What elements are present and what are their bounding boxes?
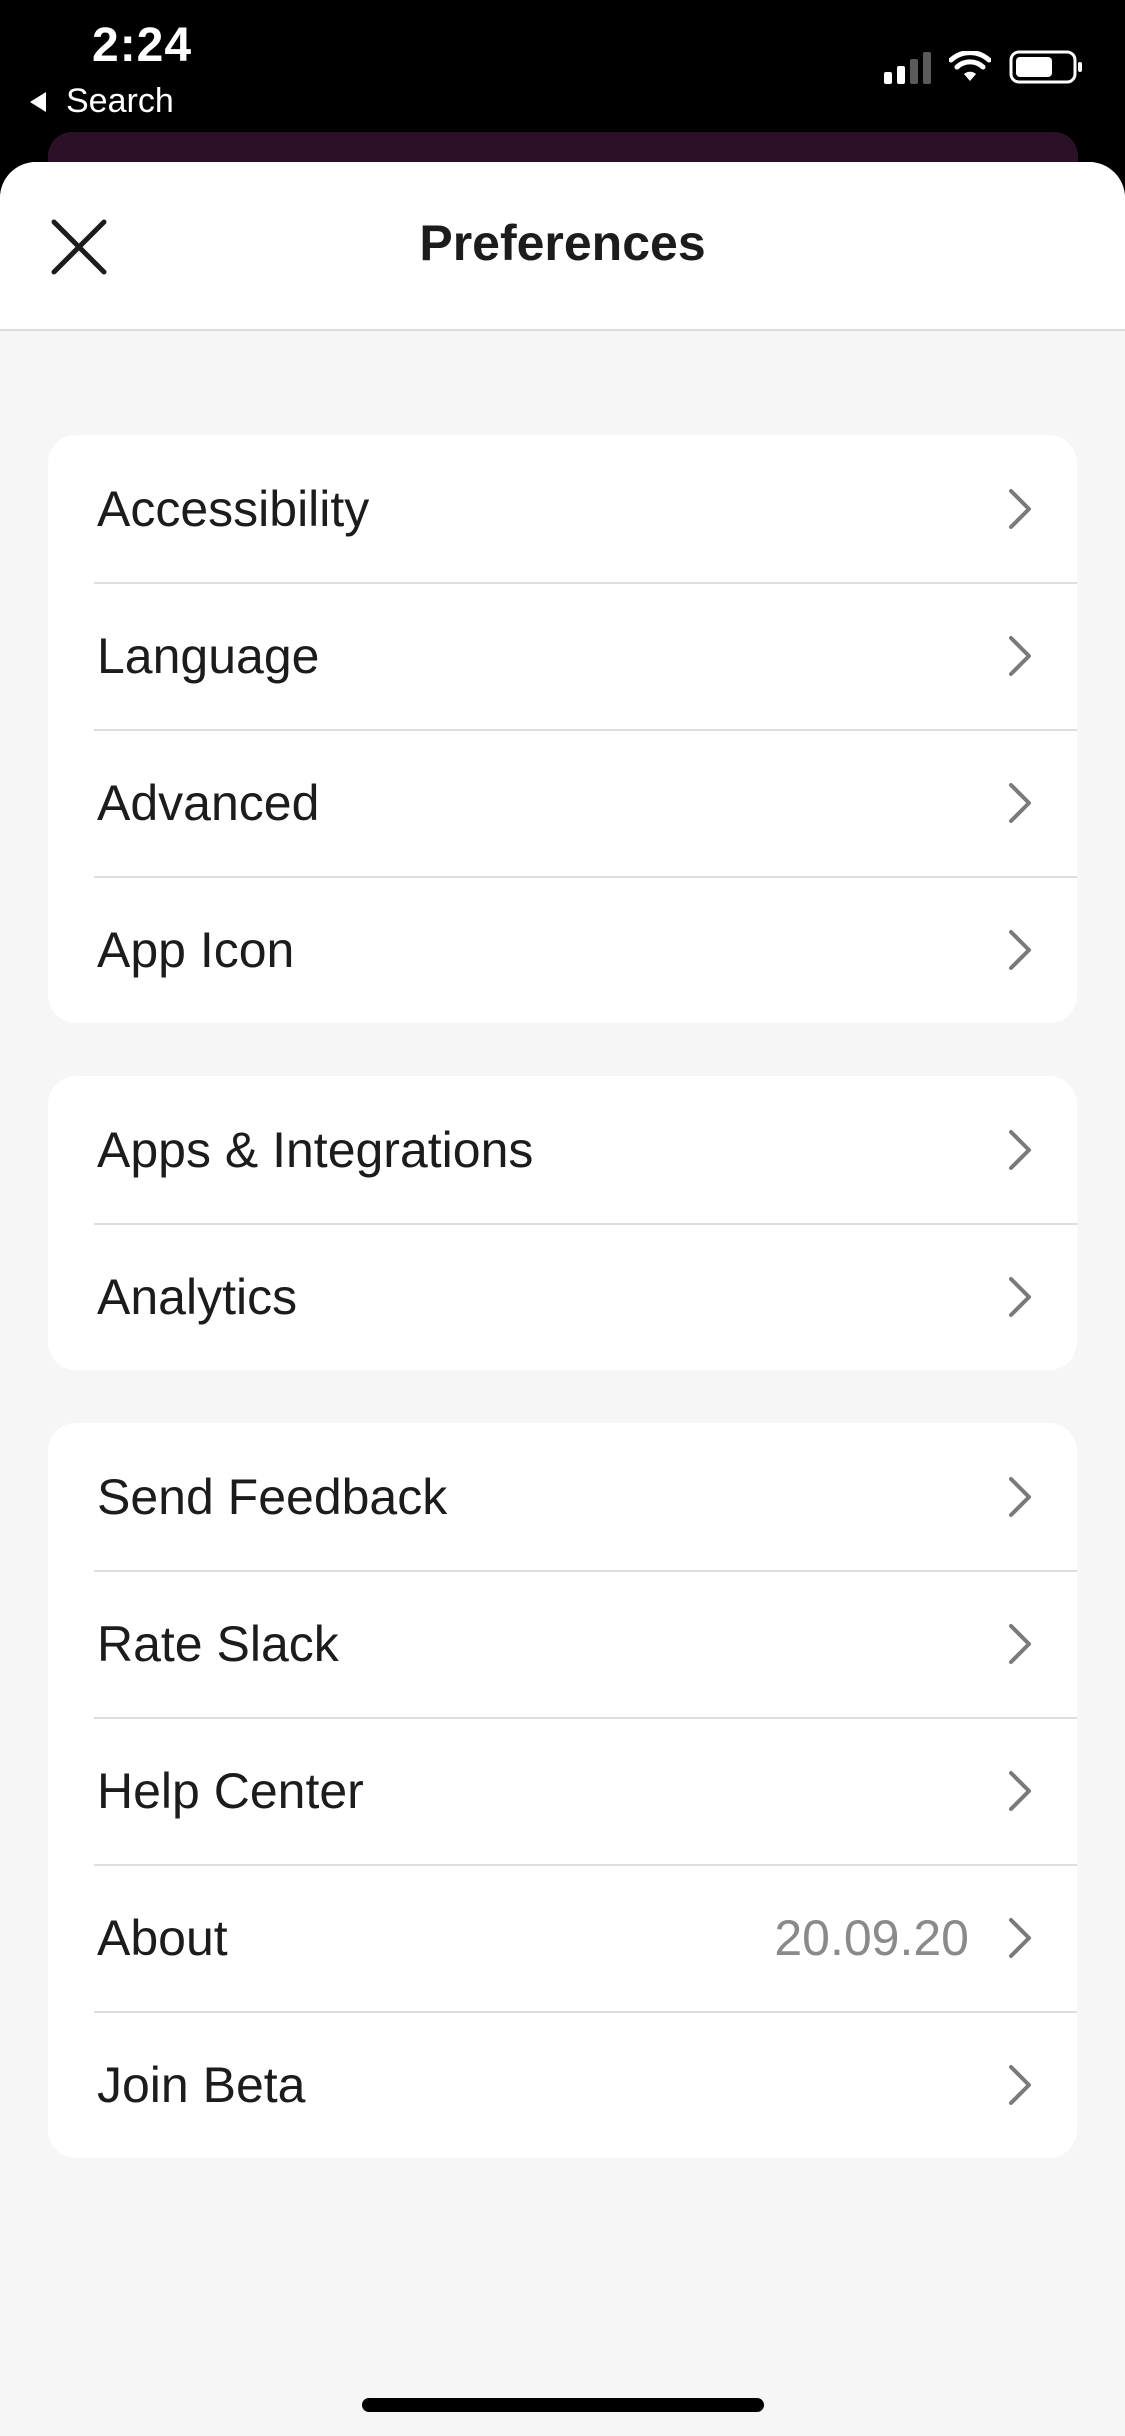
list-item-join-beta[interactable]: Join Beta <box>48 2011 1077 2158</box>
sheet-header: Preferences <box>0 162 1125 331</box>
settings-group-integrations: Apps & Integrations Analytics <box>48 1076 1077 1370</box>
back-to-app-label: Search <box>66 82 174 120</box>
battery-icon <box>1009 50 1082 84</box>
list-item-label: Analytics <box>97 1268 298 1325</box>
version-value: 20.09.20 <box>774 1909 969 1966</box>
list-item-rate-slack[interactable]: Rate Slack <box>48 1570 1077 1717</box>
chevron-right-icon <box>1009 488 1031 529</box>
chevron-right-icon <box>1009 1917 1031 1958</box>
chevron-right-icon <box>1009 782 1031 823</box>
chevron-right-icon <box>1009 1129 1031 1170</box>
list-item-label: Rate Slack <box>97 1615 339 1672</box>
chevron-right-icon <box>1009 929 1031 970</box>
list-item-help-center[interactable]: Help Center <box>48 1717 1077 1864</box>
chevron-right-icon <box>1009 1476 1031 1517</box>
list-item-about[interactable]: About 20.09.20 <box>48 1864 1077 2011</box>
page-title: Preferences <box>419 215 706 271</box>
chevron-right-icon <box>1009 1770 1031 1811</box>
list-item-label: App Icon <box>97 921 295 978</box>
list-item-analytics[interactable]: Analytics <box>48 1223 1077 1370</box>
back-to-app-link[interactable]: Search <box>30 82 174 121</box>
preferences-sheet: Preferences Accessibility Language Advan… <box>0 162 1125 2436</box>
list-item-apps-integrations[interactable]: Apps & Integrations <box>48 1076 1077 1223</box>
status-icons <box>884 50 1083 84</box>
list-item-label: Help Center <box>97 1762 364 1819</box>
list-item-language[interactable]: Language <box>48 582 1077 729</box>
home-indicator[interactable] <box>362 2398 764 2412</box>
list-item-accessibility[interactable]: Accessibility <box>48 435 1077 582</box>
list-item-advanced[interactable]: Advanced <box>48 729 1077 876</box>
list-item-label: Apps & Integrations <box>97 1121 534 1178</box>
chevron-right-icon <box>1009 2064 1031 2105</box>
list-item-label: Send Feedback <box>97 1468 448 1525</box>
cellular-signal-icon <box>884 50 931 84</box>
chevron-right-icon <box>1009 635 1031 676</box>
list-item-send-feedback[interactable]: Send Feedback <box>48 1423 1077 1570</box>
list-item-label: About <box>97 1909 228 1966</box>
status-time: 2:24 <box>92 19 193 72</box>
list-item-label: Join Beta <box>97 2056 306 2113</box>
list-item-app-icon[interactable]: App Icon <box>48 876 1077 1023</box>
list-item-label: Accessibility <box>97 480 370 537</box>
wifi-icon <box>949 51 991 81</box>
back-triangle-icon <box>30 91 46 112</box>
chevron-right-icon <box>1009 1276 1031 1317</box>
chevron-right-icon <box>1009 1623 1031 1664</box>
settings-group-support: Send Feedback Rate Slack Help Center Abo… <box>48 1423 1077 2158</box>
settings-group-general: Accessibility Language Advanced App Icon <box>48 435 1077 1023</box>
list-item-label: Language <box>97 627 320 684</box>
list-item-label: Advanced <box>97 774 320 831</box>
